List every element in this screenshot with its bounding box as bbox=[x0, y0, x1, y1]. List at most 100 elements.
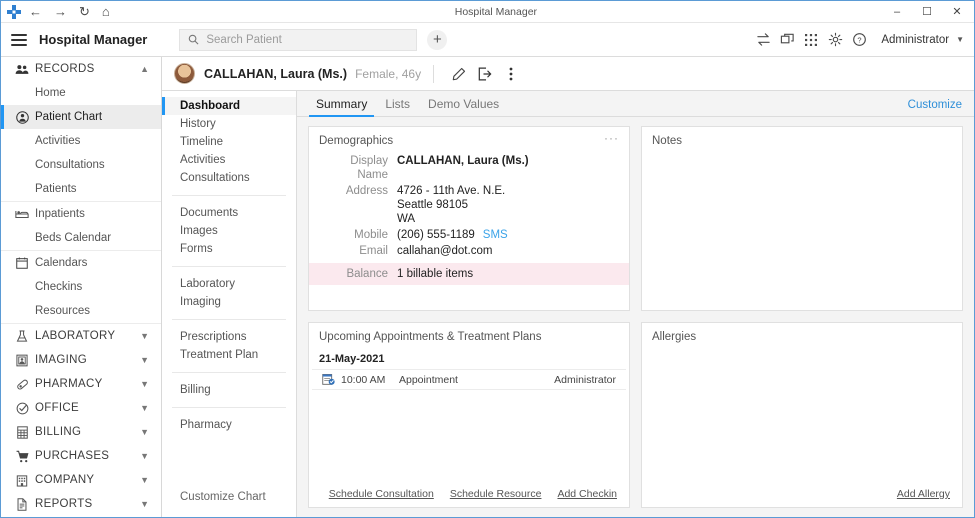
chevron-down-icon[interactable]: ▼ bbox=[140, 451, 149, 461]
search-box[interactable] bbox=[179, 28, 418, 51]
sidebar-section-company[interactable]: COMPANY ▼ bbox=[1, 468, 161, 492]
chart-nav-consultations[interactable]: Consultations bbox=[162, 169, 296, 187]
appointment-row[interactable]: 10:00 AM Appointment Administrator bbox=[312, 369, 626, 390]
tab-lists[interactable]: Lists bbox=[376, 97, 419, 116]
add-patient-button[interactable]: + bbox=[427, 29, 448, 50]
menu-toggle-icon[interactable] bbox=[11, 33, 27, 46]
sidebar-header-records[interactable]: RECORDS ▲ bbox=[1, 57, 161, 81]
chart-nav-laboratory[interactable]: Laboratory bbox=[162, 275, 296, 293]
browser-nav: ← → ↻ ⌂ bbox=[29, 5, 110, 18]
allergies-card: Allergies Add Allergy bbox=[641, 322, 963, 508]
home-icon[interactable]: ⌂ bbox=[102, 5, 110, 18]
sidebar-section-reports[interactable]: REPORTS ▼ bbox=[1, 492, 161, 516]
app-window: ← → ↻ ⌂ Hospital Manager – ☐ ✕ Hospital … bbox=[0, 0, 975, 518]
more-vertical-icon[interactable] bbox=[498, 62, 524, 86]
patient-meta: Female, 46y bbox=[355, 66, 422, 81]
forward-icon[interactable]: → bbox=[54, 5, 67, 18]
customize-link[interactable]: Customize bbox=[908, 99, 962, 116]
sidebar-item-calendars[interactable]: Calendars bbox=[1, 251, 161, 275]
divider bbox=[172, 266, 286, 267]
tab-summary[interactable]: Summary bbox=[307, 97, 376, 117]
chart-nav-dashboard[interactable]: Dashboard bbox=[162, 97, 296, 115]
chevron-down-icon[interactable]: ▼ bbox=[140, 403, 149, 413]
chevron-down-icon[interactable]: ▼ bbox=[956, 35, 964, 44]
maximize-button[interactable]: ☐ bbox=[912, 2, 942, 22]
back-icon[interactable]: ← bbox=[29, 5, 42, 18]
chart-nav: Dashboard History Timeline Activities Co… bbox=[162, 91, 297, 517]
close-button[interactable]: ✕ bbox=[942, 2, 972, 22]
sidebar-section-purchases[interactable]: PURCHASES ▼ bbox=[1, 444, 161, 468]
reload-icon[interactable]: ↻ bbox=[79, 5, 90, 18]
add-allergy-link[interactable]: Add Allergy bbox=[897, 488, 950, 500]
sidebar-item-inpatients[interactable]: Inpatients bbox=[1, 202, 161, 226]
sidebar-section-communication[interactable]: COMMUNICATION ▼ bbox=[1, 516, 161, 517]
schedule-consultation-link[interactable]: Schedule Consultation bbox=[329, 488, 434, 500]
sidebar-label: PURCHASES bbox=[35, 450, 110, 462]
chart-nav-activities[interactable]: Activities bbox=[162, 151, 296, 169]
sidebar-item-patient-chart[interactable]: Patient Chart bbox=[1, 105, 161, 129]
chart-nav-history[interactable]: History bbox=[162, 115, 296, 133]
sidebar-item-consultations[interactable]: Consultations bbox=[1, 153, 161, 177]
tab-demo-values[interactable]: Demo Values bbox=[419, 97, 508, 116]
demographics-rows: Display Name CALLAHAN, Laura (Ms.) Addre… bbox=[309, 151, 629, 285]
sidebar-label: Calendars bbox=[35, 257, 88, 269]
customize-chart-link[interactable]: Customize Chart bbox=[162, 491, 296, 517]
sidebar-section-imaging[interactable]: IMAGING ▼ bbox=[1, 348, 161, 372]
app-title: Hospital Manager bbox=[39, 32, 148, 47]
chart-nav-imaging[interactable]: Imaging bbox=[162, 293, 296, 311]
minimize-button[interactable]: – bbox=[882, 2, 912, 22]
exit-icon[interactable] bbox=[472, 62, 498, 86]
chart-nav-treatment-plan[interactable]: Treatment Plan bbox=[162, 346, 296, 364]
help-icon[interactable]: ? bbox=[847, 28, 871, 52]
sidebar-section-pharmacy[interactable]: PHARMACY ▼ bbox=[1, 372, 161, 396]
sidebar-item-resources[interactable]: Resources bbox=[1, 299, 161, 323]
sidebar-item-beds-calendar[interactable]: Beds Calendar bbox=[1, 226, 161, 250]
search-input[interactable] bbox=[206, 33, 409, 46]
chevron-up-icon[interactable]: ▲ bbox=[140, 64, 149, 74]
chart-nav-billing[interactable]: Billing bbox=[162, 381, 296, 399]
sidebar-item-home[interactable]: Home bbox=[1, 81, 161, 105]
chevron-down-icon[interactable]: ▼ bbox=[140, 355, 149, 365]
svg-text:?: ? bbox=[857, 36, 861, 45]
chevron-down-icon[interactable]: ▼ bbox=[140, 499, 149, 509]
sidebar-label: LABORATORY bbox=[35, 330, 116, 342]
schedule-resource-link[interactable]: Schedule Resource bbox=[450, 488, 542, 500]
sidebar-section-billing[interactable]: BILLING ▼ bbox=[1, 420, 161, 444]
appointment-owner: Administrator bbox=[554, 373, 616, 386]
chevron-down-icon[interactable]: ▼ bbox=[140, 427, 149, 437]
sidebar-item-activities[interactable]: Activities bbox=[1, 129, 161, 153]
card-title-text: Notes bbox=[652, 135, 683, 147]
sidebar-section-laboratory[interactable]: LABORATORY ▼ bbox=[1, 324, 161, 348]
appointments-card: Upcoming Appointments & Treatment Plans … bbox=[308, 322, 630, 508]
card-menu-icon[interactable]: ··· bbox=[604, 132, 619, 144]
field-value: 1 billable items bbox=[397, 268, 474, 280]
notes-card: Notes bbox=[641, 126, 963, 311]
sidebar-section-office[interactable]: OFFICE ▼ bbox=[1, 396, 161, 420]
chevron-down-icon[interactable]: ▼ bbox=[140, 475, 149, 485]
appointment-type: Appointment bbox=[399, 373, 458, 386]
sidebar-item-patients[interactable]: Patients bbox=[1, 177, 161, 201]
chevron-down-icon[interactable]: ▼ bbox=[140, 379, 149, 389]
sidebar-item-checkins[interactable]: Checkins bbox=[1, 275, 161, 299]
sidebar-label: PHARMACY bbox=[35, 378, 103, 390]
cart-icon bbox=[9, 450, 35, 463]
edit-icon[interactable] bbox=[446, 62, 472, 86]
apps-grid-icon[interactable] bbox=[799, 28, 823, 52]
chart-nav-prescriptions[interactable]: Prescriptions bbox=[162, 328, 296, 346]
dashboard-panel: Summary Lists Demo Values Customize Demo… bbox=[297, 91, 974, 517]
chart-nav-forms[interactable]: Forms bbox=[162, 240, 296, 258]
transfer-icon[interactable] bbox=[751, 28, 775, 52]
main-sidebar: RECORDS ▲ Home Patient Chart Activities … bbox=[1, 57, 162, 517]
chart-nav-timeline[interactable]: Timeline bbox=[162, 133, 296, 151]
gear-icon[interactable] bbox=[823, 28, 847, 52]
windows-icon[interactable] bbox=[775, 28, 799, 52]
appointment-time: 10:00 AM bbox=[341, 373, 386, 386]
sms-link[interactable]: SMS bbox=[483, 228, 508, 242]
add-checkin-link[interactable]: Add Checkin bbox=[557, 488, 617, 500]
chevron-down-icon[interactable]: ▼ bbox=[140, 331, 149, 341]
chart-nav-documents[interactable]: Documents bbox=[162, 204, 296, 222]
chart-nav-pharmacy[interactable]: Pharmacy bbox=[162, 416, 296, 434]
chart-nav-images[interactable]: Images bbox=[162, 222, 296, 240]
user-menu-label[interactable]: Administrator bbox=[881, 34, 949, 46]
appointment-icon bbox=[322, 373, 335, 386]
